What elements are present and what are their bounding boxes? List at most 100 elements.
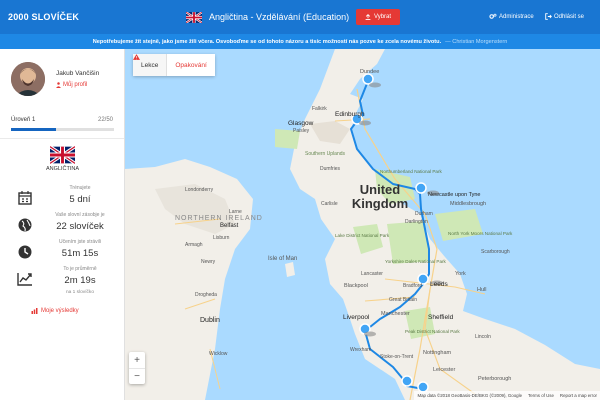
stat-value: 5 dní — [69, 194, 91, 205]
level-count: 22/50 — [97, 117, 113, 123]
admin-label: Administrace — [499, 13, 534, 20]
map-view[interactable]: United Kingdom NORTHERN IRELAND Isle of … — [125, 49, 600, 400]
map-label-country: United Kingdom — [351, 182, 409, 211]
map-label-park: Lake District National Park — [335, 233, 390, 238]
logout-icon — [545, 13, 552, 20]
map-label-town: Scarborough — [481, 249, 510, 255]
select-course-label: Vybrat — [373, 14, 392, 20]
map-label-town: Paisley — [293, 128, 310, 134]
clock-icon — [18, 245, 32, 259]
level-label: Úroveň 1 — [11, 117, 36, 123]
my-profile-link[interactable]: Můj profil — [56, 82, 87, 88]
map-label-park: Peak District National Park — [405, 329, 460, 334]
chart-icon — [31, 308, 38, 314]
logout-label: Odhlásit se — [554, 13, 585, 20]
map-label-city: Edinburgh — [335, 111, 365, 118]
mode-tabs: Lekce Opakování — [133, 54, 215, 76]
map-attribution: Map data ©2018 GeoBasis-DE/BKG (©2009), … — [414, 391, 600, 400]
map-label-town: Leicester — [433, 367, 456, 373]
map-label-park: Southern Uplands — [305, 151, 346, 157]
map-label-city: Newcastle upon Tyne — [428, 192, 481, 198]
stat-label: Učením jste strávili — [59, 239, 101, 245]
map-label-town: Blackpool — [344, 283, 368, 289]
upload-icon — [365, 14, 371, 20]
user-icon — [56, 82, 61, 88]
quote-author: — Christian Morgenstern — [445, 38, 508, 45]
map-label-region: NORTHERN IRELAND — [175, 215, 263, 222]
map-label-town: Newry — [201, 259, 216, 265]
map-label-town: Stoke-on-Trent — [380, 354, 414, 360]
terms-link[interactable]: Terms of Use — [528, 393, 554, 398]
zoom-out-button[interactable]: − — [129, 368, 145, 384]
stat-value: 51m 15s — [61, 248, 99, 259]
map-label-town: Nottingham — [423, 350, 452, 356]
stat-value: 2m 19s — [64, 275, 96, 286]
stat-value: 22 slovíček — [56, 221, 104, 232]
route-marker-icon[interactable] — [401, 375, 413, 387]
map-label-city: Manchester — [381, 311, 410, 317]
select-course-button[interactable]: Vybrat — [356, 9, 400, 25]
quote-bar: Nepotřebujeme žít stejně, jako jsme žili… — [0, 34, 600, 49]
user-name: Jakub Vančišin — [56, 70, 100, 77]
course-selector[interactable]: Angličtina - Vzdělávání (Education) — [186, 10, 349, 24]
map-label-town: Bradford — [403, 283, 423, 289]
map-label-town: Larne — [229, 209, 242, 215]
map-label-city: Belfast — [220, 223, 239, 229]
my-profile-label: Můj profil — [63, 82, 88, 88]
map-label-town: Lisburn — [213, 235, 230, 241]
map-label-town: Londonderry — [185, 187, 214, 193]
map-label-town: Durham — [415, 211, 433, 217]
map-label-town: Armagh — [185, 242, 203, 248]
uk-flag-icon — [186, 11, 202, 23]
map-label-city: Liverpool — [343, 314, 370, 321]
brand-logo[interactable]: 2000 SLOVÍČEK — [8, 12, 79, 22]
calendar-icon — [18, 191, 32, 205]
map-label-city: Leeds — [430, 281, 448, 288]
zoom-control: + − — [129, 352, 145, 384]
map-label-island: Isle of Man — [268, 256, 298, 262]
zoom-in-button[interactable]: + — [129, 352, 145, 368]
stat-label: Vaše slovní zásobje je — [55, 212, 105, 218]
level-progress-fill — [11, 128, 57, 131]
logout-link[interactable]: Odhlásit se — [545, 13, 584, 20]
my-results-label: Moje výsledky — [41, 308, 79, 314]
globe-icon — [18, 218, 32, 232]
map-label-town: Lancaster — [361, 271, 383, 277]
report-error-link[interactable]: Report a map error — [560, 393, 597, 398]
map-label-town: Wrexham — [350, 347, 372, 353]
uk-flag-large-icon — [50, 146, 75, 164]
map-label-town: Peterborough — [478, 376, 512, 382]
gears-icon — [489, 13, 497, 19]
map-label-park: Yorkshire Dales National Park — [385, 259, 446, 264]
stat-sub: na 1 slovíčko — [66, 290, 94, 295]
map-label-town: Middlesbrough — [450, 201, 487, 207]
warning-icon — [133, 54, 140, 60]
map-label-region: Great Britain — [389, 297, 418, 303]
attribution-text: Map data ©2018 GeoBasis-DE/BKG (©2009), … — [417, 393, 523, 398]
map-label-town: Dundee — [360, 69, 380, 75]
stat-label: To je průměrně — [63, 266, 97, 272]
stat-label: Trénujete — [69, 185, 91, 191]
map-label-park: North York Moors National Park — [448, 231, 513, 236]
map-label-park: Northumberland National Park — [380, 169, 442, 174]
my-results-link[interactable]: Moje výsledky — [31, 308, 79, 314]
map-label-town: Lincoln — [475, 334, 491, 340]
map-label-city: Glasgow — [288, 120, 314, 127]
tab-review[interactable]: Opakování — [133, 54, 215, 76]
trend-icon — [17, 273, 32, 286]
top-bar: 2000 SLOVÍČEK Angličtina - Vzdělávání (E… — [0, 0, 600, 34]
map-label-town: Darlington — [405, 219, 428, 225]
sidebar: Jakub Vančišin Můj profil Úroveň 1 22/50… — [0, 49, 125, 400]
map-label-town: Hull — [477, 287, 487, 293]
admin-link[interactable]: Administrace — [489, 13, 534, 20]
level-progress-bar — [11, 128, 114, 131]
quote-text: Nepotřebujeme žít stejně, jako jsme žili… — [92, 38, 442, 45]
course-title: Angličtina - Vzdělávání (Education) — [209, 12, 350, 22]
tab-review-label: Opakování — [175, 61, 207, 69]
map-label-town: Carlisle — [321, 201, 338, 207]
map-label-city: Sheffield — [428, 314, 454, 321]
avatar[interactable] — [11, 62, 45, 96]
language-name: ANGLIČTINA — [45, 166, 79, 172]
avatar-image — [11, 62, 45, 96]
map-label-town: Drogheda — [195, 292, 217, 298]
